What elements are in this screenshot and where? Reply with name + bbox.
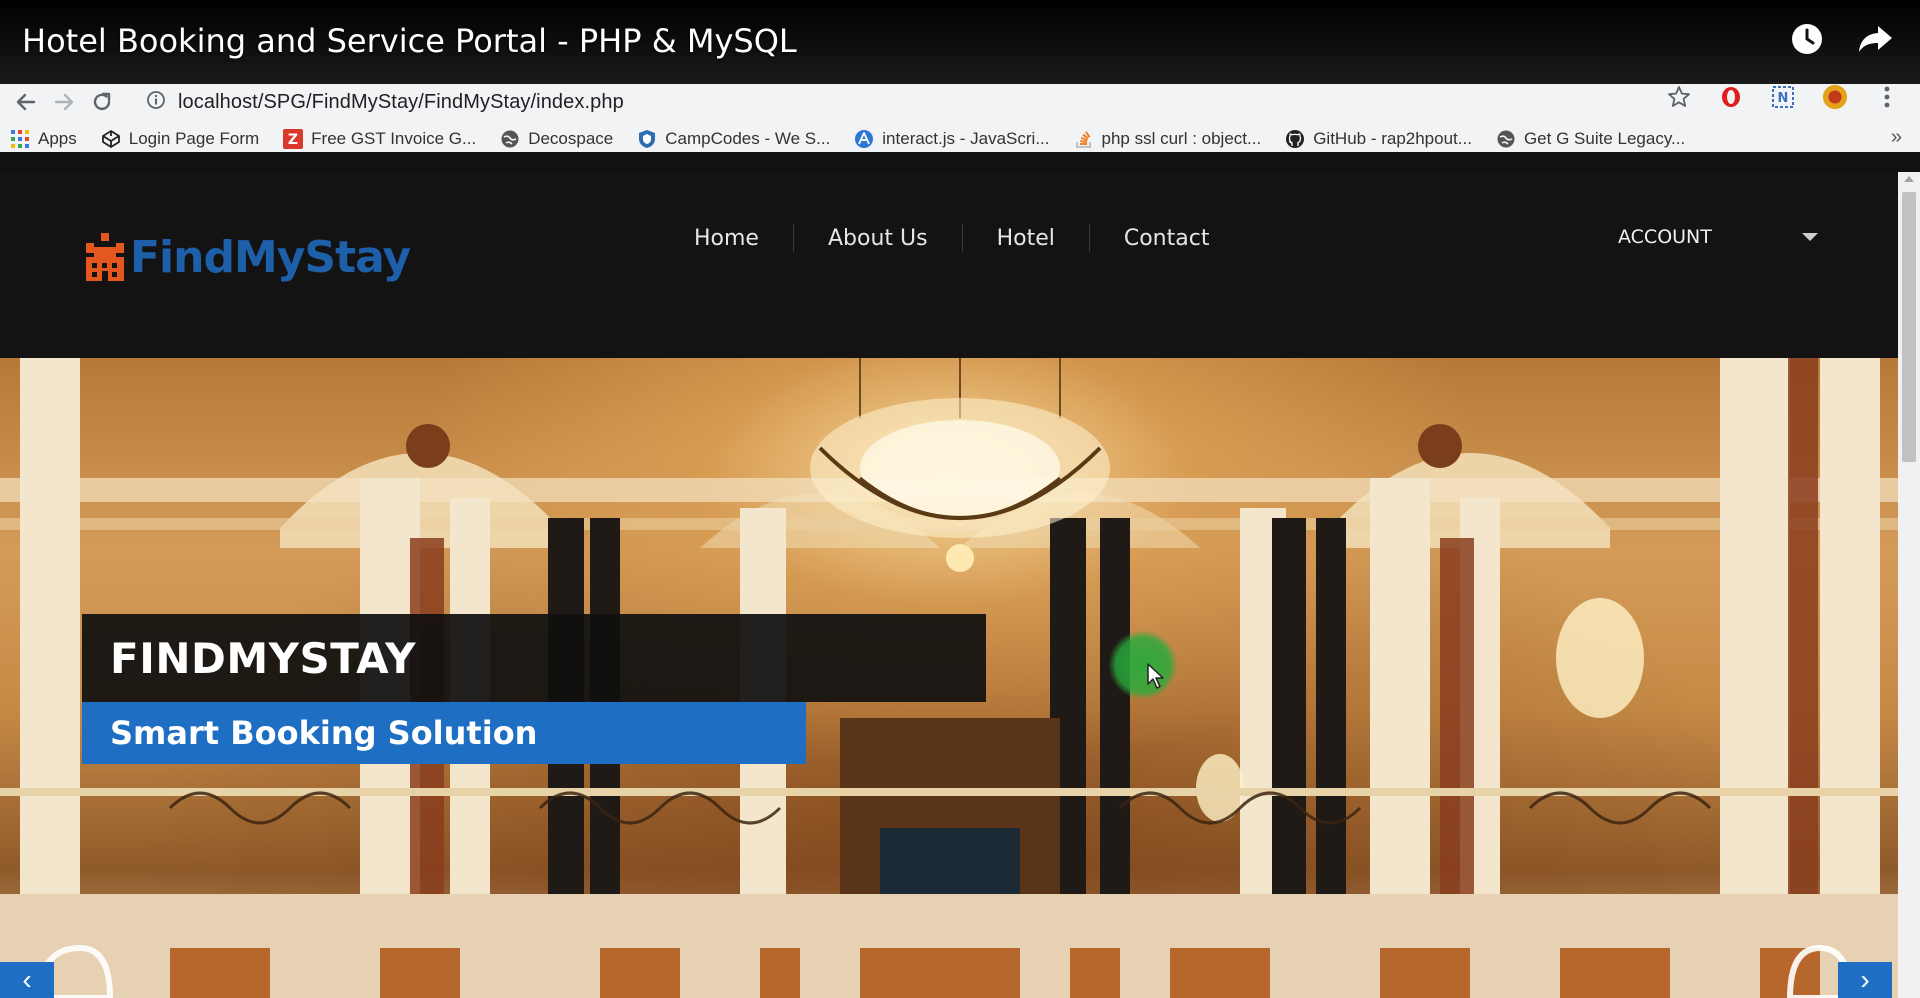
navigation-row: localhost/SPG/FindMyStay/FindMyStay/inde… (0, 82, 1920, 122)
forward-button[interactable] (48, 86, 80, 118)
bookmark-label: php ssl curl : object... (1101, 129, 1262, 148)
video-actions (1790, 22, 1894, 56)
bookmark-label: Free GST Invoice G... (311, 129, 477, 148)
nav-contact[interactable]: Contact (1090, 226, 1244, 251)
bookmark-github[interactable]: GitHub - rap2hpout... (1285, 129, 1472, 149)
hero-subtitle-banner: Smart Booking Solution (82, 702, 806, 764)
bookmark-label: GitHub - rap2hpout... (1313, 129, 1472, 148)
bookmark-label: Apps (38, 129, 77, 148)
bookmarks-bar: Apps Login Page Form Z Free GST Invoice … (0, 124, 1920, 154)
github-icon (1285, 129, 1305, 149)
opera-extension-icon[interactable] (1718, 84, 1744, 110)
stack-icon (1074, 129, 1094, 149)
bookmark-label: Get G Suite Legacy... (1523, 129, 1686, 148)
info-icon[interactable] (146, 90, 166, 115)
bookmark-php-ssl-curl[interactable]: php ssl curl : object... (1074, 129, 1262, 149)
bookmark-free-gst-invoice[interactable]: Z Free GST Invoice G... (283, 129, 476, 149)
share-icon[interactable] (1858, 24, 1894, 54)
chevron-down-icon (1802, 233, 1818, 241)
page-scrollbar[interactable] (1898, 172, 1920, 998)
site-logo[interactable]: FindMyStay (84, 232, 411, 283)
bookmark-label: Decospace (528, 129, 614, 148)
main-navigation: Home About Us Hotel Contact (660, 224, 1243, 252)
n-extension-icon[interactable]: N (1770, 84, 1796, 110)
globe-icon (1496, 129, 1516, 149)
mouse-cursor-icon (1147, 663, 1164, 689)
hero-title-banner: FINDMYSTAY (82, 614, 986, 702)
slider-prev-button[interactable]: ‹ (0, 962, 54, 998)
video-title: Hotel Booking and Service Portal - PHP &… (22, 22, 797, 60)
reload-icon (93, 92, 111, 111)
reload-button[interactable] (86, 86, 118, 118)
video-title-bar: Hotel Booking and Service Portal - PHP &… (0, 0, 1920, 84)
logo-text: FindMyStay (130, 232, 411, 283)
profile-avatar-icon[interactable] (1822, 84, 1848, 110)
svg-text:N: N (1778, 91, 1789, 106)
back-button[interactable] (10, 86, 42, 118)
bookmark-label: interact.js - JavaScri... (882, 129, 1050, 148)
toolbar-extensions: N (1666, 84, 1900, 110)
globe-icon (500, 129, 520, 149)
bookmark-decospace[interactable]: Decospace (500, 129, 613, 149)
zoho-icon: Z (283, 129, 304, 149)
site-header: FindMyStay Home About Us Hotel Contact A… (0, 172, 1898, 358)
screen: Hotel Booking and Service Portal - PHP &… (0, 0, 1920, 998)
scroll-up-icon[interactable] (1904, 176, 1914, 182)
bookmark-star-icon[interactable] (1666, 84, 1692, 110)
account-dropdown[interactable]: ACCOUNT (1618, 226, 1818, 248)
hero-title: FINDMYSTAY (110, 633, 417, 683)
hotel-building-icon (86, 232, 124, 281)
bookmark-campcodes[interactable]: CampCodes - We S... (637, 129, 830, 149)
page-viewport: FindMyStay Home About Us Hotel Contact A… (0, 172, 1898, 998)
menu-kebab-icon[interactable] (1874, 84, 1900, 110)
back-arrow-icon (16, 93, 36, 111)
chevron-right-icon: › (1860, 964, 1870, 995)
apps-grid-icon (10, 129, 30, 149)
more-bookmarks-button[interactable]: » (1891, 126, 1902, 149)
cursor-highlight (1108, 630, 1178, 700)
hero-subtitle: Smart Booking Solution (110, 714, 538, 752)
bookmark-apps[interactable]: Apps (10, 129, 77, 149)
nav-hotel[interactable]: Hotel (963, 226, 1089, 251)
bookmark-g-suite-legacy[interactable]: Get G Suite Legacy... (1496, 129, 1685, 149)
nav-home[interactable]: Home (660, 226, 793, 251)
shield-icon (637, 129, 657, 149)
slider-next-button[interactable]: › (1838, 962, 1892, 998)
bookmark-label: CampCodes - We S... (665, 129, 831, 148)
bookmark-label: Login Page Form (128, 129, 260, 148)
svg-text:Z: Z (288, 132, 298, 148)
interact-icon (854, 129, 874, 149)
forward-arrow-icon (54, 93, 74, 111)
address-bar[interactable]: localhost/SPG/FindMyStay/FindMyStay/inde… (146, 84, 1716, 120)
bookmark-interactjs[interactable]: interact.js - JavaScri... (854, 129, 1050, 149)
url-text[interactable]: localhost/SPG/FindMyStay/FindMyStay/inde… (178, 91, 624, 114)
clock-icon[interactable] (1790, 22, 1824, 56)
bookmark-login-page-form[interactable]: Login Page Form (101, 129, 259, 149)
scrollbar-thumb[interactable] (1902, 192, 1916, 462)
chevron-left-icon: ‹ (22, 964, 32, 995)
nav-about-us[interactable]: About Us (794, 226, 962, 251)
codepen-icon (101, 129, 121, 149)
account-label: ACCOUNT (1618, 226, 1712, 248)
hero-slider: FINDMYSTAY Smart Booking Solution ‹ › (0, 358, 1898, 998)
